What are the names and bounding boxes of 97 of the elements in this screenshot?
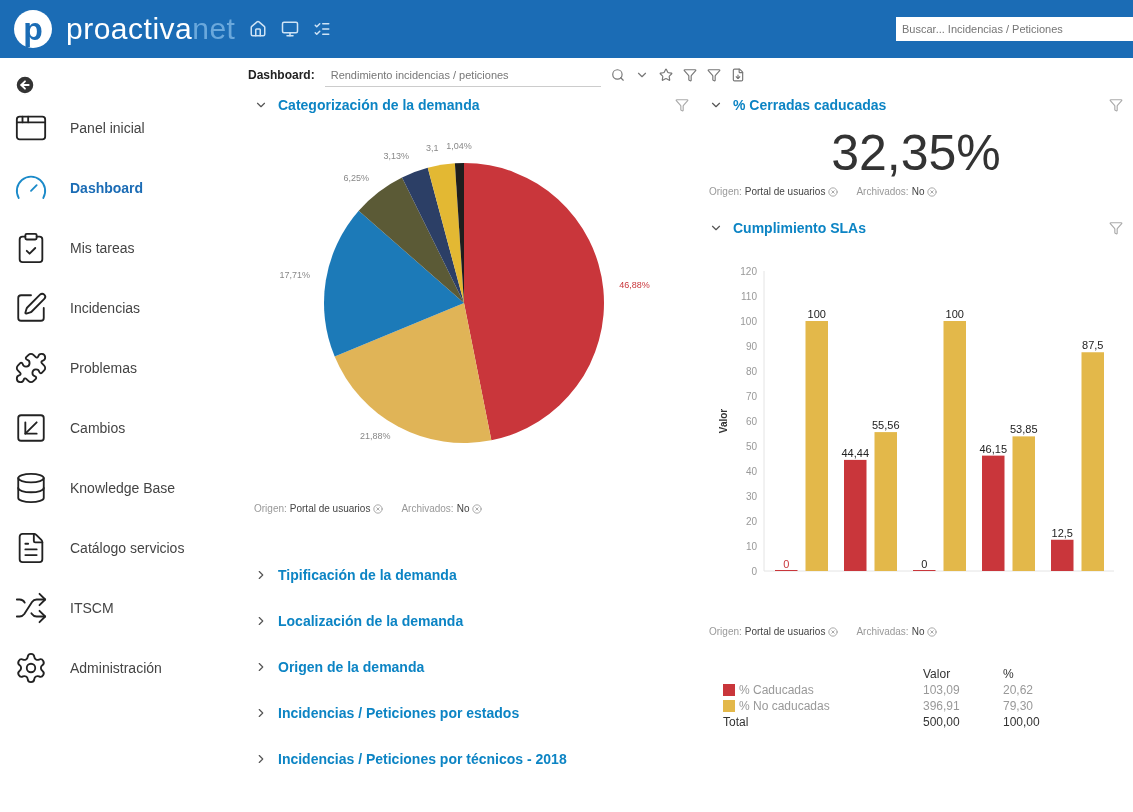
logo-text: proactivanet bbox=[66, 12, 236, 46]
filter-icon[interactable] bbox=[1109, 221, 1123, 235]
axis-title: Valor bbox=[718, 408, 729, 434]
section-title[interactable]: % Cerradas caducadas bbox=[733, 97, 887, 113]
section-title[interactable]: Categorización de la demanda bbox=[278, 97, 480, 113]
column-header: Valor bbox=[923, 667, 952, 681]
bar-value-label: 44,44 bbox=[841, 446, 869, 459]
back-icon[interactable] bbox=[14, 74, 36, 96]
section-title[interactable]: Tipificación de la demanda bbox=[278, 567, 457, 583]
sidebar-item[interactable]: Administración bbox=[14, 650, 244, 686]
filter-chip[interactable]: Origen: Portal de usuarios bbox=[709, 186, 839, 197]
y-tick-label: 90 bbox=[745, 340, 758, 352]
filter-chip[interactable]: Archivados: No bbox=[401, 503, 483, 514]
y-tick-label: 120 bbox=[740, 265, 758, 277]
settings-icon bbox=[14, 651, 48, 685]
filter-icon[interactable] bbox=[682, 68, 697, 82]
section-title[interactable]: Incidencias / Peticiones por técnicos - 2018 bbox=[278, 751, 567, 767]
toolbar-label: Dashboard: bbox=[248, 68, 315, 82]
sidebar-item[interactable]: Problemas bbox=[14, 350, 244, 386]
filter-icon[interactable] bbox=[706, 68, 721, 82]
y-tick-label: 20 bbox=[745, 515, 758, 527]
legend-label: % No caducadas bbox=[739, 699, 830, 713]
filter-icon[interactable] bbox=[675, 98, 689, 112]
table-cell-text: 500,00 bbox=[923, 715, 961, 729]
section-title[interactable]: Localización de la demanda bbox=[278, 613, 464, 629]
remove-icon[interactable] bbox=[927, 626, 938, 637]
table-cell-text: 396,91 bbox=[923, 699, 961, 713]
sidebar-item[interactable]: Incidencias bbox=[14, 290, 244, 326]
bar-value-label: 87,5 bbox=[1082, 339, 1104, 352]
shuffle-icon bbox=[14, 591, 48, 625]
slice-label: 17,71% bbox=[279, 269, 311, 280]
export-icon[interactable] bbox=[730, 68, 745, 82]
arrow-box-icon bbox=[14, 411, 48, 445]
search-icon[interactable] bbox=[610, 68, 625, 82]
slice-label: 6,25% bbox=[343, 172, 369, 183]
bar-value-label: 46,15 bbox=[979, 442, 1007, 455]
table-cell-text: 20,62 bbox=[1003, 683, 1035, 697]
table-cell-text: 103,09 bbox=[923, 683, 961, 697]
sidebar-item[interactable]: Cambios bbox=[14, 410, 244, 446]
remove-icon[interactable] bbox=[472, 503, 483, 514]
monitor-icon[interactable] bbox=[281, 20, 300, 38]
section-title[interactable]: Origen de la demanda bbox=[278, 659, 425, 675]
filter-icon[interactable] bbox=[1109, 98, 1123, 112]
y-tick-label: 70 bbox=[745, 390, 758, 402]
sidebar-item[interactable]: Mis tareas bbox=[14, 230, 244, 266]
slice-label: 1,04% bbox=[446, 141, 472, 152]
y-tick-label: 60 bbox=[745, 415, 758, 427]
bar-value-label: 53,85 bbox=[1010, 423, 1038, 436]
kpi-value: 32,35% bbox=[830, 124, 1002, 183]
bar-value-label: 0 bbox=[783, 558, 790, 570]
remove-icon[interactable] bbox=[828, 186, 839, 197]
filter-chip[interactable]: Origen: Portal de usuarios bbox=[709, 626, 839, 637]
slice-label: 3,13% bbox=[383, 150, 409, 161]
bar-value-label: 0 bbox=[921, 558, 928, 570]
slice-label: 3,1 bbox=[426, 143, 439, 154]
sidebar-item[interactable]: ITSCM bbox=[14, 590, 244, 626]
remove-icon[interactable] bbox=[828, 626, 839, 637]
filter-chip[interactable]: Archivadas: No bbox=[856, 626, 938, 637]
logo-mark: p bbox=[14, 10, 52, 48]
column-header: % bbox=[1003, 667, 1015, 681]
search-field[interactable]: Buscar... Incidencias / Peticiones bbox=[896, 17, 1133, 41]
bar-value-label: 100 bbox=[945, 308, 964, 320]
y-tick-label: 10 bbox=[745, 540, 758, 552]
database-icon bbox=[14, 471, 48, 505]
bar-value-label: 55,56 bbox=[872, 419, 900, 432]
checklist-icon[interactable] bbox=[313, 20, 332, 38]
filter-chip[interactable]: Archivados: No bbox=[856, 186, 938, 197]
edit-icon bbox=[14, 291, 48, 325]
table-cell-text: 79,30 bbox=[1003, 699, 1035, 713]
y-tick-label: 50 bbox=[745, 440, 758, 452]
section-title[interactable]: Cumplimiento SLAs bbox=[733, 220, 866, 236]
y-tick-label: 110 bbox=[741, 290, 758, 302]
sidebar-item[interactable]: Panel inicial bbox=[14, 110, 244, 146]
y-axis: 0 10 20 30 40 50 60 70 80 90 100 110 120 bbox=[740, 265, 765, 577]
sidebar-item[interactable]: Catálogo servicios bbox=[14, 530, 244, 566]
y-tick-label: 100 bbox=[740, 315, 758, 327]
legend-label: % Caducadas bbox=[739, 683, 814, 697]
total-label: Total bbox=[723, 715, 750, 729]
bar-value-label: 100 bbox=[807, 308, 826, 320]
y-tick-label: 30 bbox=[745, 490, 758, 502]
remove-icon[interactable] bbox=[927, 186, 938, 197]
remove-icon[interactable] bbox=[373, 503, 384, 514]
y-tick-label: 80 bbox=[745, 365, 758, 377]
puzzle-icon bbox=[14, 351, 48, 385]
filter-chip[interactable]: Origen: Portal de usuarios bbox=[254, 503, 384, 514]
y-tick-label: 0 bbox=[751, 565, 758, 577]
slice-label: 46,88% bbox=[619, 279, 650, 290]
section-title[interactable]: Incidencias / Peticiones por estados bbox=[278, 705, 520, 721]
sidebar-item[interactable]: Dashboard bbox=[14, 170, 244, 206]
y-tick-label: 40 bbox=[745, 465, 758, 477]
home-icon[interactable] bbox=[249, 20, 268, 38]
slice-label: 21,88% bbox=[359, 430, 391, 441]
sidebar-item[interactable]: Knowledge Base bbox=[14, 470, 244, 506]
dashboard-select[interactable]: Rendimiento incidencias / peticiones bbox=[324, 63, 601, 87]
table-cell-text: 100,00 bbox=[1003, 715, 1041, 729]
bar-value-label: 12,5 bbox=[1051, 526, 1073, 539]
star-icon[interactable] bbox=[658, 68, 673, 82]
